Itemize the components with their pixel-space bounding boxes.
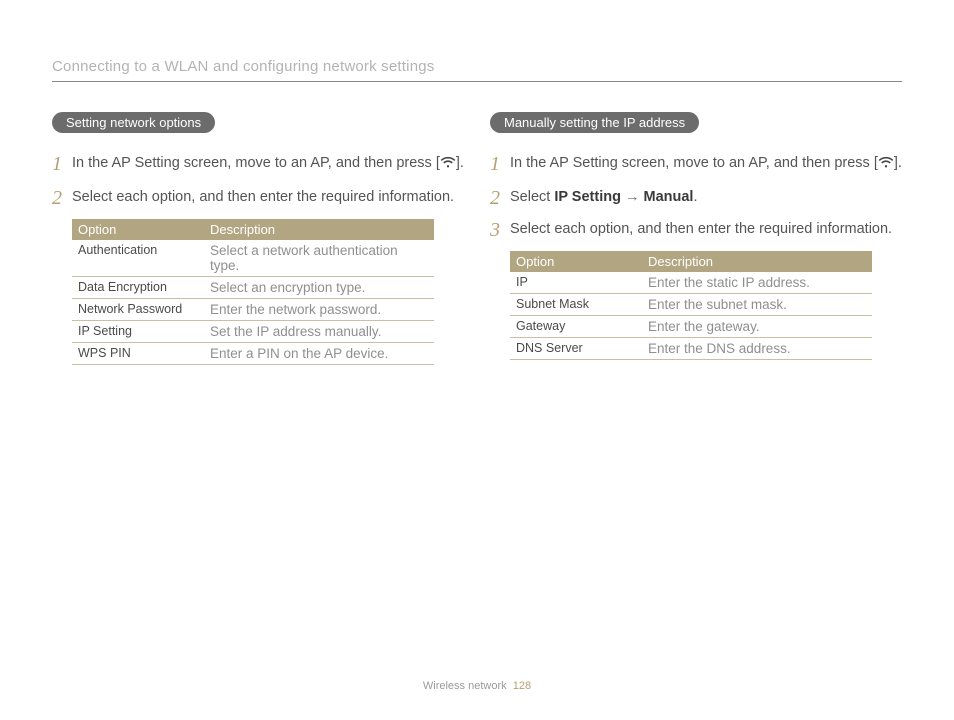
option-name: IP Setting bbox=[72, 320, 204, 342]
page-header: Connecting to a WLAN and configuring net… bbox=[52, 58, 902, 82]
table-row: IPEnter the static IP address. bbox=[510, 272, 872, 294]
step-text-post: ]. bbox=[456, 155, 464, 171]
option-name: WPS PIN bbox=[72, 342, 204, 364]
left-step-1: 1 In the AP Setting screen, move to an A… bbox=[52, 153, 464, 177]
option-name: DNS Server bbox=[510, 337, 642, 359]
step-text: Select IP Setting → Manual. bbox=[510, 187, 698, 209]
page-footer: Wireless network 128 bbox=[0, 680, 954, 692]
option-desc: Set the IP address manually. bbox=[204, 320, 434, 342]
table-row: GatewayEnter the gateway. bbox=[510, 315, 872, 337]
section-pill-left: Setting network options bbox=[52, 112, 215, 133]
right-column: Manually setting the IP address 1 In the… bbox=[490, 112, 902, 365]
step-text: Select each option, and then enter the r… bbox=[72, 187, 454, 209]
step-text-post: ]. bbox=[894, 155, 902, 171]
step-number: 1 bbox=[52, 153, 72, 175]
option-name: IP bbox=[510, 272, 642, 294]
option-name: Gateway bbox=[510, 315, 642, 337]
text-manual: Manual bbox=[644, 189, 694, 205]
step-text-pre: In the AP Setting screen, move to an AP,… bbox=[510, 155, 878, 171]
option-desc: Select an encryption type. bbox=[204, 276, 434, 298]
option-desc: Enter the static IP address. bbox=[642, 272, 872, 294]
step-number: 3 bbox=[490, 219, 510, 241]
option-desc: Enter the subnet mask. bbox=[642, 293, 872, 315]
step-text-pre: In the AP Setting screen, move to an AP,… bbox=[72, 155, 440, 171]
wifi-icon bbox=[440, 155, 456, 177]
right-step-1: 1 In the AP Setting screen, move to an A… bbox=[490, 153, 902, 177]
text-select: Select bbox=[510, 189, 554, 205]
step-text: In the AP Setting screen, move to an AP,… bbox=[510, 153, 902, 177]
step-text: Select each option, and then enter the r… bbox=[510, 219, 892, 241]
text-ip-setting: IP Setting bbox=[554, 189, 621, 205]
table-header-option: Option bbox=[510, 251, 642, 272]
step-text: In the AP Setting screen, move to an AP,… bbox=[72, 153, 464, 177]
table-header-option: Option bbox=[72, 219, 204, 240]
right-step-3: 3 Select each option, and then enter the… bbox=[490, 219, 902, 241]
footer-page-number: 128 bbox=[513, 680, 531, 692]
step-number: 2 bbox=[52, 187, 72, 209]
left-step-2: 2 Select each option, and then enter the… bbox=[52, 187, 464, 209]
right-options-table: Option Description IPEnter the static IP… bbox=[510, 251, 872, 360]
left-options-table: Option Description AuthenticationSelect … bbox=[72, 219, 434, 365]
table-header-description: Description bbox=[642, 251, 872, 272]
table-row: DNS ServerEnter the DNS address. bbox=[510, 337, 872, 359]
right-step-2: 2 Select IP Setting → Manual. bbox=[490, 187, 902, 209]
footer-section: Wireless network bbox=[423, 680, 507, 692]
option-desc: Enter a PIN on the AP device. bbox=[204, 342, 434, 364]
option-desc: Enter the network password. bbox=[204, 298, 434, 320]
table-header-description: Description bbox=[204, 219, 434, 240]
option-name: Subnet Mask bbox=[510, 293, 642, 315]
arrow-icon: → bbox=[621, 189, 644, 205]
option-desc: Select a network authentication type. bbox=[204, 240, 434, 277]
table-row: Network PasswordEnter the network passwo… bbox=[72, 298, 434, 320]
table-row: IP SettingSet the IP address manually. bbox=[72, 320, 434, 342]
text-period: . bbox=[693, 189, 697, 205]
table-row: Data EncryptionSelect an encryption type… bbox=[72, 276, 434, 298]
step-number: 1 bbox=[490, 153, 510, 175]
wifi-icon bbox=[878, 155, 894, 177]
option-name: Network Password bbox=[72, 298, 204, 320]
option-name: Authentication bbox=[72, 240, 204, 277]
table-row: AuthenticationSelect a network authentic… bbox=[72, 240, 434, 277]
option-desc: Enter the DNS address. bbox=[642, 337, 872, 359]
option-desc: Enter the gateway. bbox=[642, 315, 872, 337]
step-number: 2 bbox=[490, 187, 510, 209]
option-name: Data Encryption bbox=[72, 276, 204, 298]
section-pill-right: Manually setting the IP address bbox=[490, 112, 699, 133]
left-column: Setting network options 1 In the AP Sett… bbox=[52, 112, 464, 365]
table-row: WPS PINEnter a PIN on the AP device. bbox=[72, 342, 434, 364]
table-row: Subnet MaskEnter the subnet mask. bbox=[510, 293, 872, 315]
